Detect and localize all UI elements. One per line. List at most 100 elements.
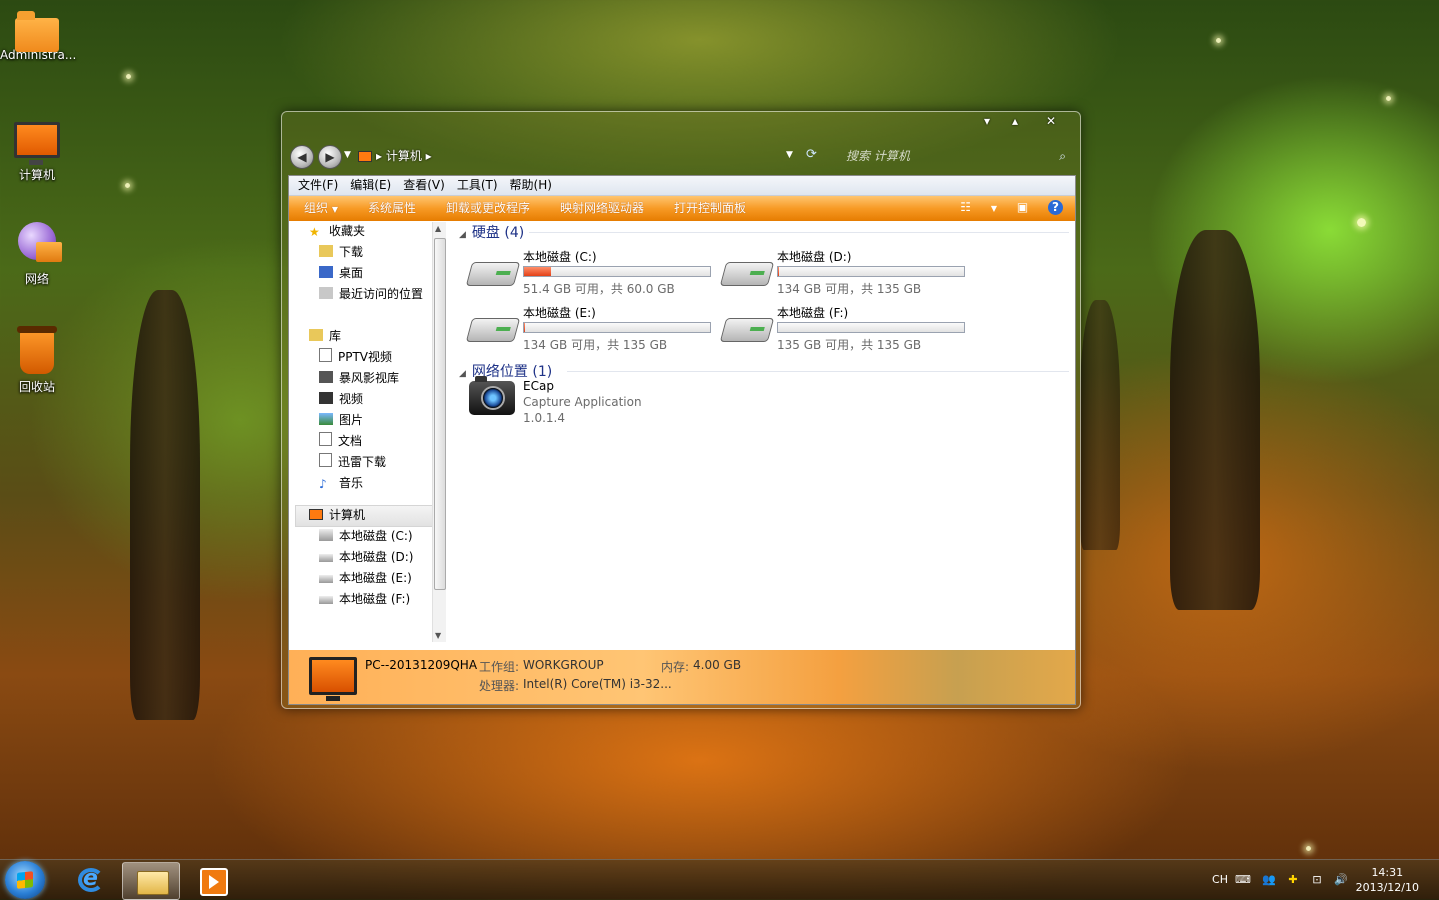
drive-e[interactable]: 本地磁盘 (E:) 134 GB 可用，共 135 GB: [465, 304, 719, 354]
taskbar-explorer[interactable]: [122, 862, 180, 900]
drive-icon: [465, 318, 521, 342]
minimize-button[interactable]: ▾: [974, 114, 1000, 128]
desktop-icon-network[interactable]: 网络: [0, 222, 74, 287]
computer-icon: [358, 151, 372, 162]
drive-usage-bar: [777, 322, 965, 333]
tree-item-pptv[interactable]: PPTV视频: [319, 348, 392, 366]
network-item-name: ECap: [523, 379, 554, 393]
memory-label: 内存:: [661, 660, 690, 674]
collapse-icon: ◢: [459, 230, 466, 240]
tree-computer[interactable]: 计算机: [309, 506, 365, 524]
taskbar-media-player[interactable]: [182, 862, 238, 898]
breadcrumb-separator: ▸: [421, 149, 432, 163]
drive-c[interactable]: 本地磁盘 (C:) 51.4 GB 可用，共 60.0 GB: [465, 248, 719, 298]
tree-item-pictures[interactable]: 图片: [319, 411, 363, 429]
explorer-window: ▾ ▴ ✕ ◀ ▶ ▼ ▸ 计算机 ▸ ▼ ⟳ 搜索 计算机 ⌕ 文件(F) 编辑…: [281, 111, 1081, 709]
scroll-up-icon[interactable]: ▲: [435, 224, 441, 233]
network-status-icon[interactable]: ⊡: [1309, 872, 1325, 888]
desktop-icon-computer[interactable]: 计算机: [0, 118, 74, 183]
users-icon[interactable]: 👥: [1261, 872, 1277, 888]
group-header-hdd[interactable]: ◢ 硬盘 (4): [459, 222, 524, 242]
desktop-icon-recycle-bin[interactable]: 回收站: [0, 326, 74, 395]
group-header-network[interactable]: ◢ 网络位置 (1): [459, 361, 552, 381]
tree-item-recent[interactable]: 最近访问的位置: [319, 285, 423, 303]
sparkle: [125, 183, 130, 188]
help-icon[interactable]: ?: [1048, 200, 1063, 215]
tree-item-documents[interactable]: 文档: [319, 432, 362, 450]
navigation-scrollbar[interactable]: ▲ ▼: [432, 222, 446, 642]
music-note-icon: ♪: [319, 477, 327, 491]
drive-free-space: 134 GB 可用，共 135 GB: [523, 338, 668, 352]
group-divider: [567, 371, 1069, 372]
film-icon: [319, 371, 333, 383]
tree-favorites[interactable]: ★ 收藏夹: [309, 222, 365, 240]
close-button[interactable]: ✕: [1038, 114, 1064, 128]
tree-item-drive-c[interactable]: 本地磁盘 (C:): [319, 527, 413, 545]
open-control-panel-button[interactable]: 打开控制面板: [659, 196, 761, 221]
keyboard-icon[interactable]: ⌨: [1235, 872, 1251, 888]
drive-name: 本地磁盘 (E:): [523, 306, 596, 320]
tree-label: 文档: [338, 434, 363, 448]
preview-pane-icon[interactable]: ▣: [1017, 200, 1028, 214]
address-bar[interactable]: ▸ 计算机 ▸: [358, 147, 798, 165]
tree-item-baofeng[interactable]: 暴风影视库: [319, 369, 399, 387]
command-bar: 组织 ▼ 系统属性 卸载或更改程序 映射网络驱动器 打开控制面板 ☷ ▼ ▣ ?: [289, 196, 1075, 221]
tree-label: 本地磁盘 (E:): [339, 571, 412, 585]
tree-item-downloads[interactable]: 下载: [319, 243, 363, 261]
tree-label: 本地磁盘 (C:): [339, 529, 413, 543]
tree-item-videos[interactable]: 视频: [319, 390, 363, 408]
media-player-icon: [200, 868, 228, 896]
tree-label: 音乐: [339, 476, 364, 490]
tree-item-desktop[interactable]: 桌面: [319, 264, 363, 282]
taskbar-internet-explorer[interactable]: [62, 862, 118, 898]
recent-pages-dropdown[interactable]: ▼: [344, 150, 351, 160]
drive-d[interactable]: 本地磁盘 (D:) 134 GB 可用，共 135 GB: [719, 248, 973, 298]
menu-view[interactable]: 查看(V): [397, 176, 451, 195]
windows-drive-icon: [465, 262, 521, 286]
clock[interactable]: 14:31 2013/12/10: [1356, 865, 1419, 895]
tree-label: 库: [329, 329, 342, 343]
security-icon[interactable]: ✚: [1285, 872, 1301, 888]
navigation-bar: ◀ ▶ ▼ ▸ 计算机 ▸ ▼ ⟳ 搜索 计算机 ⌕: [290, 145, 1072, 169]
forward-button[interactable]: ▶: [318, 145, 342, 169]
drive-f[interactable]: 本地磁盘 (F:) 135 GB 可用，共 135 GB: [719, 304, 973, 354]
search-icon[interactable]: ⌕: [1059, 147, 1066, 165]
network-item-ecap[interactable]: ECap Capture Application 1.0.1.4: [469, 376, 709, 429]
search-input[interactable]: 搜索 计算机 ⌕: [844, 147, 1066, 165]
breadcrumb-computer[interactable]: 计算机: [386, 149, 422, 163]
system-properties-button[interactable]: 系统属性: [353, 196, 431, 221]
system-tray: CH ⌨ 👥 ✚ ⊡ 🔊 14:31 2013/12/10: [1199, 860, 1439, 900]
desktop-icon-administrator[interactable]: Administra...: [0, 10, 76, 62]
language-indicator[interactable]: CH: [1209, 872, 1231, 888]
tree-libraries[interactable]: 库: [309, 327, 341, 345]
tree-item-drive-d[interactable]: 本地磁盘 (D:): [319, 548, 413, 566]
sparkle: [1386, 96, 1391, 101]
computer-icon: [14, 122, 60, 165]
change-view-icon[interactable]: ☷ ▼: [960, 200, 997, 214]
tree-item-thunder[interactable]: 迅雷下载: [319, 453, 386, 471]
organize-button[interactable]: 组织 ▼: [289, 196, 353, 222]
tree-item-music[interactable]: ♪ 音乐: [319, 474, 363, 492]
menu-tools[interactable]: 工具(T): [451, 176, 504, 195]
maximize-button[interactable]: ▴: [1002, 114, 1028, 128]
address-dropdown[interactable]: ▼: [786, 150, 793, 160]
drive-usage-bar: [523, 266, 711, 277]
desktop-icon-label: 计算机: [18, 168, 55, 182]
group-title: 硬盘 (4): [471, 225, 525, 241]
volume-icon[interactable]: 🔊: [1333, 872, 1349, 888]
menu-help[interactable]: 帮助(H): [504, 176, 558, 195]
back-button[interactable]: ◀: [290, 145, 314, 169]
drive-icon: [319, 554, 333, 562]
refresh-icon[interactable]: ⟳: [806, 147, 817, 162]
uninstall-program-button[interactable]: 卸载或更改程序: [431, 196, 545, 221]
tree-item-drive-e[interactable]: 本地磁盘 (E:): [319, 569, 412, 587]
start-button[interactable]: [5, 861, 45, 899]
scroll-down-icon[interactable]: ▼: [435, 631, 441, 640]
scrollbar-thumb[interactable]: [434, 238, 446, 590]
menu-edit[interactable]: 编辑(E): [344, 176, 397, 195]
tree-item-drive-f[interactable]: 本地磁盘 (F:): [319, 590, 410, 608]
tree-label: 本地磁盘 (F:): [339, 592, 411, 606]
sparkle: [1357, 218, 1366, 227]
menu-file[interactable]: 文件(F): [292, 176, 344, 195]
map-network-drive-button[interactable]: 映射网络驱动器: [545, 196, 659, 221]
